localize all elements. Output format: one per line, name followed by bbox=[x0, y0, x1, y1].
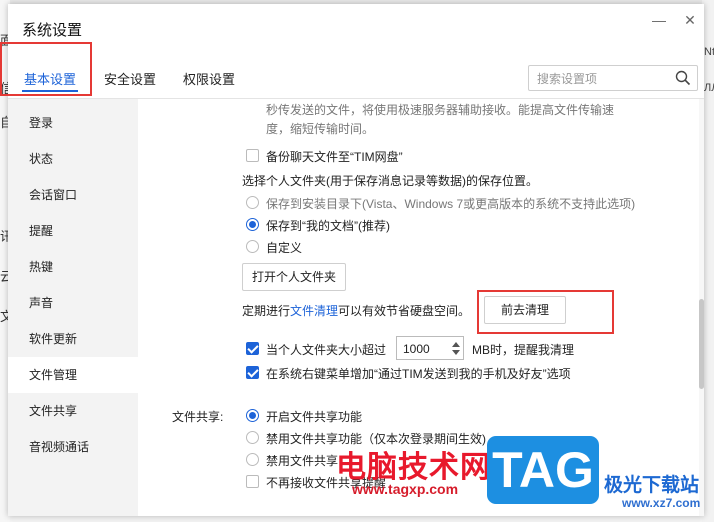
context-menu-label: 在系统右键菜单增加“通过TIM发送到我的手机及好友”选项 bbox=[266, 367, 571, 381]
folder-size-stepper bbox=[396, 336, 464, 360]
background-char: ЛЛ bbox=[704, 82, 714, 94]
size-limit-prefix: 当个人文件夹大小超过 bbox=[266, 343, 387, 357]
settings-window: 系统设置 — ✕ 基本设置 安全设置 权限设置 登录 状态 会话窗口 提醒 热键… bbox=[8, 4, 704, 516]
backup-checkbox-label: 备份聊天文件至“TIM网盘” bbox=[266, 150, 403, 164]
backup-checkbox[interactable] bbox=[246, 149, 259, 162]
no-receive-checkbox[interactable] bbox=[246, 475, 259, 488]
sidebar-item-chat-window[interactable]: 会话窗口 bbox=[8, 180, 138, 210]
watermark-tag-logo: TAG bbox=[487, 436, 599, 504]
window-title: 系统设置 bbox=[22, 22, 83, 39]
stepper-down-icon[interactable] bbox=[452, 350, 460, 355]
context-menu-checkbox[interactable] bbox=[246, 366, 259, 379]
tab-permission-settings[interactable]: 权限设置 bbox=[183, 69, 235, 88]
watermark-right-url: www.xz7.com bbox=[622, 496, 701, 510]
settings-sidebar: 登录 状态 会话窗口 提醒 热键 声音 软件更新 文件管理 文件共享 音视频通话 bbox=[8, 99, 138, 516]
fast-transfer-description: 秒传发送的文件，将使用极速服务器辅助接收。能提高文件传输速 bbox=[266, 103, 615, 117]
minimize-button[interactable]: — bbox=[648, 10, 670, 30]
tab-basic-settings[interactable]: 基本设置 bbox=[24, 69, 76, 88]
radio-disable-file-share-session[interactable] bbox=[246, 431, 259, 444]
size-limit-checkbox[interactable] bbox=[246, 342, 259, 355]
personal-folder-heading: 选择个人文件夹(用于保存消息记录等数据)的保存位置。 bbox=[242, 174, 538, 188]
radio-install-dir[interactable] bbox=[246, 196, 259, 209]
radio-enable-file-share[interactable] bbox=[246, 409, 259, 422]
watermark-text: 电脑技术网 bbox=[336, 451, 491, 484]
radio-custom-label: 自定义 bbox=[266, 241, 303, 255]
size-limit-suffix: MB时，提醒我清理 bbox=[472, 343, 575, 357]
sidebar-item-file-sharing[interactable]: 文件共享 bbox=[8, 396, 138, 426]
sidebar-item-file-management[interactable]: 文件管理 bbox=[8, 357, 138, 393]
sidebar-item-hotkeys[interactable]: 热键 bbox=[8, 252, 138, 282]
file-cleanup-link[interactable]: 文件清理 bbox=[290, 304, 338, 318]
sidebar-item-status[interactable]: 状态 bbox=[8, 144, 138, 174]
file-share-label: 文件共享: bbox=[172, 410, 224, 424]
watermark-url: www.tagxp.com bbox=[352, 481, 459, 497]
fast-transfer-description-cont: 度，缩短传输时间。 bbox=[266, 122, 375, 136]
sidebar-item-sound[interactable]: 声音 bbox=[8, 288, 138, 318]
active-tab-indicator bbox=[22, 90, 78, 92]
sidebar-item-av-call[interactable]: 音视频通话 bbox=[8, 432, 138, 462]
folder-size-input[interactable] bbox=[401, 339, 449, 359]
watermark-right-text: 极光下载站 bbox=[604, 475, 700, 496]
cleanup-text: 定期进行文件清理可以有效节省硬盘空间。 bbox=[242, 302, 470, 319]
sidebar-item-reminder[interactable]: 提醒 bbox=[8, 216, 138, 246]
radio-my-documents-label: 保存到“我的文档”(推荐) bbox=[266, 219, 390, 233]
go-cleanup-button[interactable]: 前去清理 bbox=[484, 296, 566, 324]
cleanup-prefix: 定期进行 bbox=[242, 304, 291, 318]
sidebar-item-software-update[interactable]: 软件更新 bbox=[8, 324, 138, 354]
radio-enable-file-share-label: 开启文件共享功能 bbox=[266, 410, 363, 424]
open-personal-folder-button[interactable]: 打开个人文件夹 bbox=[242, 263, 346, 291]
tab-security-settings[interactable]: 安全设置 bbox=[104, 69, 156, 88]
search-input[interactable] bbox=[535, 69, 673, 89]
background-char: Nt bbox=[704, 46, 714, 58]
search-icon[interactable] bbox=[675, 70, 691, 86]
scroll-thumb[interactable] bbox=[699, 299, 704, 389]
cleanup-suffix: 可以有效节省硬盘空间。 bbox=[338, 304, 471, 318]
radio-custom[interactable] bbox=[246, 240, 259, 253]
content-scrollbar[interactable] bbox=[699, 99, 704, 516]
close-button[interactable]: ✕ bbox=[679, 10, 701, 30]
search-box bbox=[528, 65, 698, 91]
radio-disable-file-share-label: 禁用文件共享 bbox=[266, 454, 339, 468]
radio-disable-file-share[interactable] bbox=[246, 453, 259, 466]
stepper-up-icon[interactable] bbox=[452, 342, 460, 347]
sidebar-item-login[interactable]: 登录 bbox=[8, 108, 138, 138]
radio-install-dir-label: 保存到安装目录下(Vista、Windows 7或更高版本的系统不支持此选项) bbox=[266, 197, 636, 211]
title-bar: 系统设置 — ✕ bbox=[8, 4, 704, 54]
radio-my-documents[interactable] bbox=[246, 218, 259, 231]
